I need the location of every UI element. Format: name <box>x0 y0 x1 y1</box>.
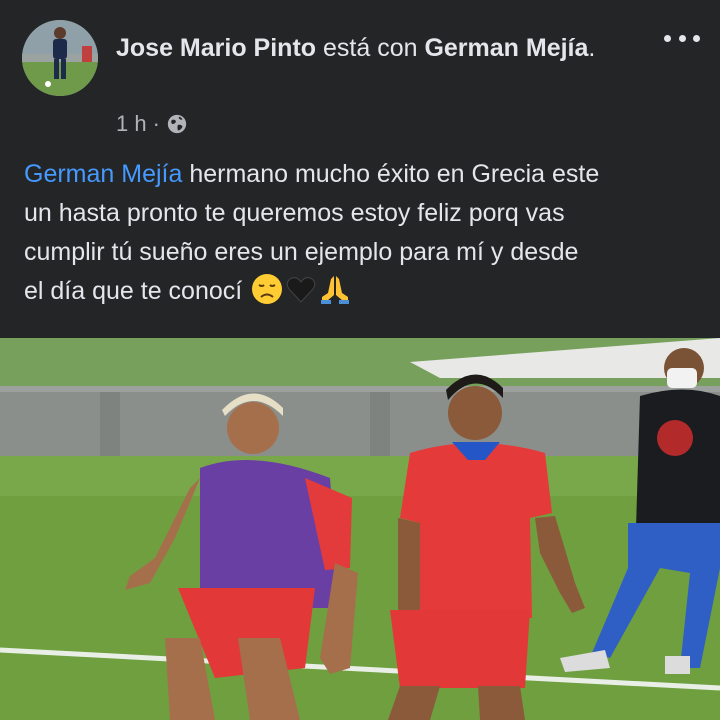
tagged-suffix: . <box>588 34 596 62</box>
globe-icon[interactable] <box>166 113 188 135</box>
post-text-line: un hasta pronto te queremos estoy feliz … <box>24 199 565 227</box>
post-photo[interactable] <box>0 338 720 720</box>
mention-link[interactable]: German Mejía <box>24 160 182 188</box>
disappointed-face-emoji <box>252 274 283 304</box>
tagged-person-name[interactable]: German Mejía <box>424 34 588 62</box>
post-header: Jose Mario Pinto está con German Mejía. … <box>0 0 720 150</box>
post-text-line: el día que te conocí <box>24 277 250 305</box>
post-timestamp[interactable]: 1 h <box>116 111 147 137</box>
more-options-button[interactable] <box>664 28 700 48</box>
more-options-icon <box>664 34 671 42</box>
author-avatar[interactable] <box>22 20 98 96</box>
author-name[interactable]: Jose Mario Pinto <box>116 34 316 62</box>
post-text-line: cumplir tú sueño eres un ejemplo para mí… <box>24 238 579 266</box>
post-header-text: Jose Mario Pinto está con German Mejía. <box>116 30 616 66</box>
folded-hands-emoji <box>321 276 350 304</box>
black-heart-emoji <box>286 277 316 303</box>
post-text: German Mejía hermano mucho éxito en Grec… <box>24 155 704 311</box>
post-meta: 1 h · <box>116 108 188 140</box>
more-options-icon <box>678 34 686 42</box>
more-options-icon <box>693 34 700 42</box>
with-connector-text: está con <box>316 34 425 62</box>
meta-separator: · <box>152 111 160 136</box>
post-text-line: hermano mucho éxito en Grecia este <box>182 160 600 188</box>
